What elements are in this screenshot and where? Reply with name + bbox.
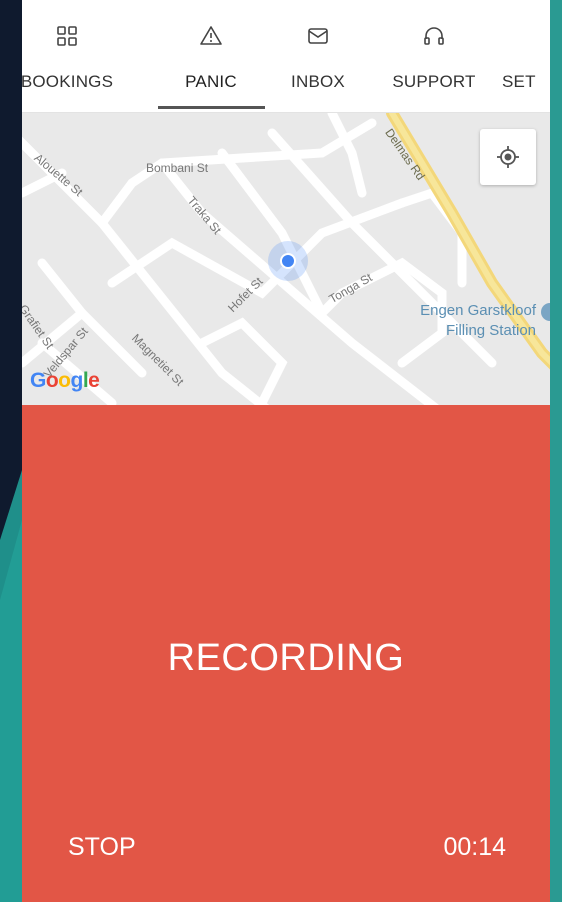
google-logo: Google	[30, 369, 100, 392]
warning-icon	[199, 24, 223, 48]
user-location-marker	[268, 241, 308, 281]
stop-button[interactable]: STOP	[68, 833, 136, 862]
poi-label-line: Engen Garstkloof	[420, 302, 536, 319]
tab-panic[interactable]: PANIC	[156, 0, 266, 112]
tab-label: SET	[502, 72, 536, 91]
grid-icon	[55, 24, 79, 48]
crosshair-icon	[497, 146, 519, 168]
recording-panel: RECORDING STOP 00:14	[22, 405, 550, 902]
recording-timer: 00:14	[443, 833, 506, 861]
tab-label: BOOKINGS	[22, 72, 114, 91]
map-view[interactable]: Alouette St Bombani St Delmas Rd Traka S…	[22, 113, 550, 405]
location-dot-icon	[280, 253, 296, 269]
mail-icon	[306, 24, 330, 48]
recording-status: RECORDING	[167, 637, 405, 679]
tab-support[interactable]: SUPPORT	[379, 0, 489, 112]
tab-bookings[interactable]: BOOKINGS	[22, 0, 122, 112]
tab-label: INBOX	[291, 72, 345, 91]
phone-screen: BOOKINGS PANIC INBOX SUPPORT SET Alouett…	[22, 0, 550, 902]
tab-inbox[interactable]: INBOX	[263, 0, 373, 112]
street-label: Bombani St	[146, 161, 209, 175]
active-tab-indicator	[158, 106, 265, 109]
tab-bar: BOOKINGS PANIC INBOX SUPPORT SET	[22, 0, 550, 113]
tab-settings[interactable]: SET	[498, 0, 550, 112]
poi-label: Engen Garstkloof Filling Station	[372, 301, 536, 341]
tab-label: PANIC	[185, 72, 237, 91]
tab-label: SUPPORT	[392, 72, 476, 91]
poi-label-line: Filling Station	[445, 322, 536, 339]
headphones-icon	[422, 24, 446, 48]
my-location-button[interactable]	[480, 129, 536, 185]
